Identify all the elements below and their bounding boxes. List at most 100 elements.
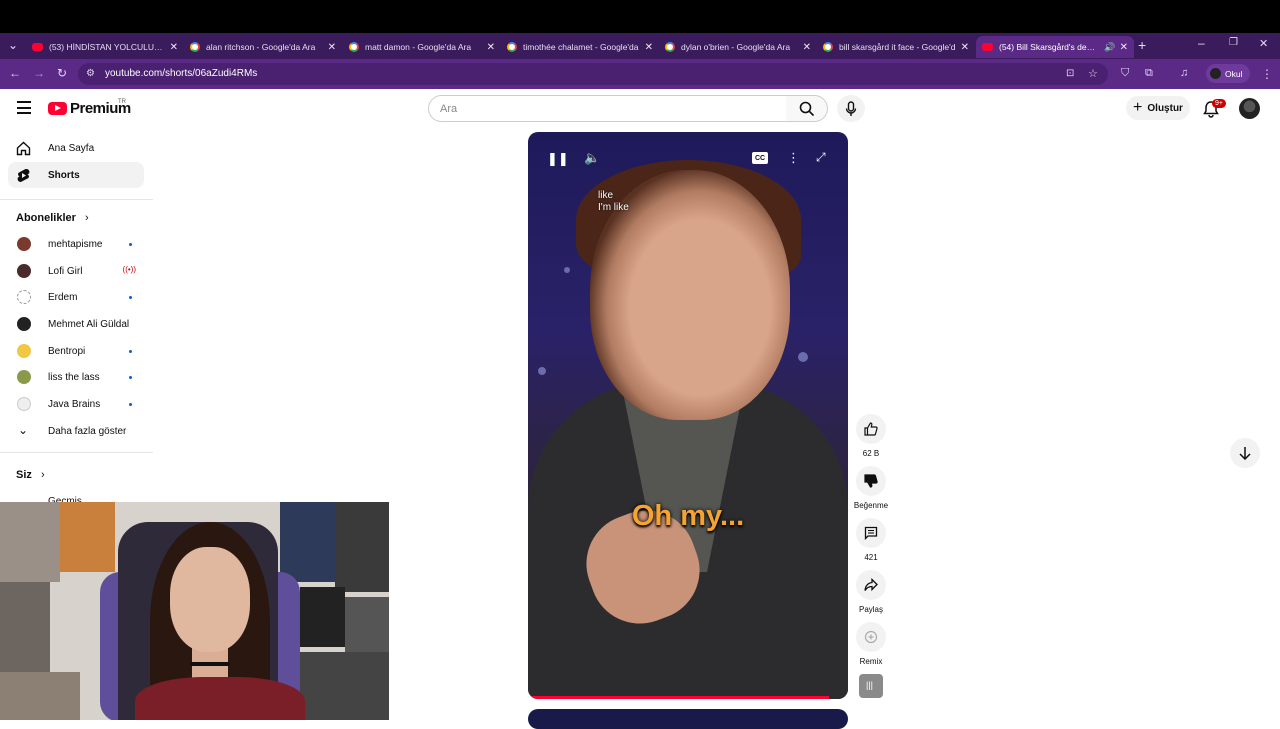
streamer-face [170, 547, 250, 652]
more-options-icon[interactable]: ⋮ [787, 150, 800, 166]
tab-5[interactable]: bill skarsgård it face - Google'd ✕ [817, 36, 975, 58]
close-icon[interactable]: ✕ [328, 42, 336, 53]
new-content-dot [129, 350, 132, 353]
speaker-icon[interactable]: 🔊 [1104, 42, 1115, 53]
sidebar-item-shorts[interactable]: Shorts [8, 162, 144, 188]
wall-poster [335, 502, 389, 592]
volume-icon[interactable]: 🔈 [584, 150, 600, 166]
tab-search-icon[interactable]: ⌄ [8, 38, 18, 52]
show-more-button[interactable]: ⌄ Daha fazla göster [8, 418, 144, 444]
comments-button[interactable]: 421 [852, 518, 890, 562]
share-icon [856, 570, 886, 600]
profile-label: Okul [1225, 68, 1243, 79]
choker-necklace [190, 662, 230, 666]
youtube-logo-icon [48, 102, 67, 115]
tab-1[interactable]: alan ritchson - Google'da Ara ✕ [184, 36, 342, 58]
close-icon[interactable]: ✕ [961, 42, 969, 53]
next-video-button[interactable] [1230, 438, 1260, 468]
close-icon[interactable]: ✕ [1120, 42, 1128, 53]
tab-2[interactable]: matt damon - Google'da Ara ✕ [343, 36, 501, 58]
arrow-down-icon [1239, 447, 1251, 460]
subscription-item[interactable]: Erdem [8, 284, 144, 310]
restore-icon[interactable]: ❐ [1229, 37, 1238, 48]
tab-title: timothée chalamet - Google'da [523, 42, 639, 52]
close-icon[interactable]: ✕ [487, 42, 495, 53]
media-control-icon[interactable]: ♫ [1180, 67, 1188, 79]
share-button[interactable]: Paylaş [852, 570, 890, 614]
captions-icon[interactable]: CC [752, 152, 768, 164]
you-section-header[interactable]: Siz › [16, 469, 45, 481]
url-text[interactable]: youtube.com/shorts/06aZudi4RMs [105, 68, 257, 79]
minimize-icon[interactable]: – [1198, 36, 1205, 50]
bookmark-star-icon[interactable]: ☆ [1088, 67, 1098, 80]
close-icon[interactable]: ✕ [803, 42, 811, 53]
search-button[interactable] [786, 95, 828, 122]
reload-icon[interactable]: ↻ [57, 66, 67, 80]
channel-name: mehtapisme [48, 238, 103, 250]
shield-icon[interactable]: ⛉ [1121, 67, 1129, 80]
channel-name: Lofi Girl [48, 265, 83, 277]
search-input[interactable]: Ara [428, 95, 787, 122]
profile-chip[interactable]: Okul [1206, 64, 1250, 83]
wall-poster [280, 502, 335, 582]
window-close-icon[interactable]: ✕ [1259, 37, 1268, 50]
subscription-item[interactable]: mehtapisme [8, 231, 144, 257]
wall-poster [0, 502, 60, 582]
site-info-icon[interactable]: ⚙ [86, 68, 95, 79]
fullscreen-icon[interactable]: ⤢ [816, 150, 826, 165]
like-button[interactable]: 62 B [852, 414, 890, 458]
install-icon[interactable]: ⊡ [1066, 68, 1074, 79]
youtube-premium-logo[interactable]: Premium TR [48, 99, 131, 117]
channel-name: liss the lass [48, 371, 100, 383]
subscriptions-header[interactable]: Abonelikler › [16, 212, 89, 224]
menu-icon[interactable] [17, 101, 31, 118]
shorts-video-player[interactable]: ❚❚ 🔈 CC ⋮ ⤢ like I'm like Oh my... [528, 132, 848, 699]
like-count: 62 B [862, 449, 880, 458]
forward-icon[interactable]: → [33, 66, 45, 80]
comment-count: 421 [864, 553, 878, 562]
caption-small: like I'm like [598, 190, 629, 214]
tab-6-active[interactable]: (54) Bill Skarsgård's demon 🔊 ✕ [976, 36, 1134, 58]
video-progress-bar[interactable] [528, 696, 829, 699]
sidebar-item-label: Shorts [48, 169, 80, 181]
wall-poster [0, 672, 80, 720]
voice-search-button[interactable] [837, 95, 865, 122]
tab-3[interactable]: timothée chalamet - Google'da ✕ [501, 36, 659, 58]
sound-thumbnail[interactable]: ||| [859, 674, 883, 698]
youtube-icon [32, 43, 43, 51]
subscription-item[interactable]: Java Brains [8, 391, 144, 417]
channel-avatar [17, 370, 31, 384]
browser-menu-icon[interactable]: ⋮ [1261, 67, 1273, 81]
close-icon[interactable]: ✕ [170, 42, 178, 53]
google-icon [190, 42, 200, 52]
next-short-preview[interactable] [528, 709, 848, 729]
live-icon: ((•)) [122, 265, 136, 274]
search-placeholder: Ara [440, 102, 458, 115]
sidebar-item-home[interactable]: Ana Sayfa [8, 135, 144, 161]
tab-4[interactable]: dylan o'brien - Google'da Ara ✕ [659, 36, 817, 58]
account-avatar[interactable] [1239, 98, 1260, 119]
dislike-button[interactable]: Beğenme [852, 466, 890, 510]
tab-title: matt damon - Google'da Ara [365, 42, 472, 52]
create-label: Oluştur [1147, 102, 1183, 114]
back-icon[interactable]: ← [9, 66, 21, 80]
shorts-icon [17, 168, 30, 182]
sidebar-item-label: Ana Sayfa [48, 142, 95, 154]
new-tab-icon[interactable]: + [1138, 37, 1146, 53]
extensions-icon[interactable]: ⧉ [1145, 67, 1153, 80]
subscription-item[interactable]: liss the lass [8, 364, 144, 390]
close-icon[interactable]: ✕ [645, 42, 653, 53]
notification-badge: 9+ [1212, 99, 1226, 108]
tab-0[interactable]: (53) HİNDİSTAN YOLCULUĞU V ✕ [26, 36, 184, 58]
subscription-item[interactable]: Bentropi [8, 338, 144, 364]
home-icon [16, 141, 31, 156]
create-button[interactable]: + Oluştur [1126, 96, 1190, 120]
channel-name: Erdem [48, 291, 78, 303]
new-content-dot [129, 296, 132, 299]
subscription-item[interactable]: Mehmet Ali Güldal [8, 311, 144, 337]
wall-poster [0, 582, 50, 672]
remix-button[interactable]: Remix [852, 622, 890, 666]
pause-icon[interactable]: ❚❚ [547, 151, 569, 167]
subscription-item[interactable]: Lofi Girl ((•)) [8, 258, 144, 284]
chevron-right-icon: › [84, 212, 89, 224]
